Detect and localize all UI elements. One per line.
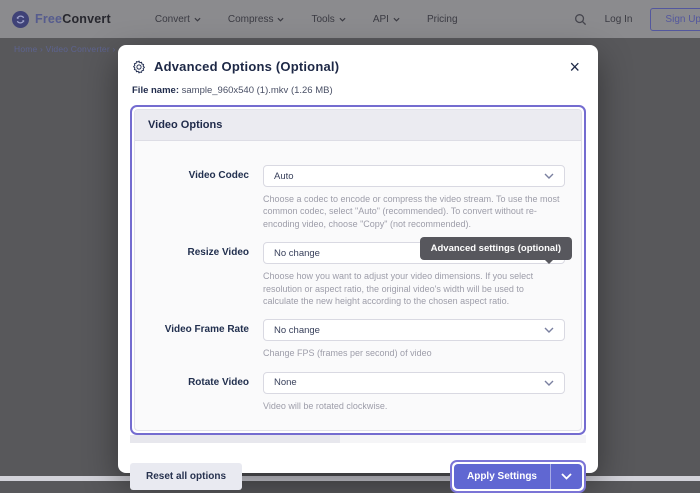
modal-header: Advanced Options (Optional) × [118, 45, 598, 74]
top-navbar: FreeConvert Convert Compress Tools API P… [0, 0, 700, 38]
search-icon[interactable] [574, 13, 587, 26]
modal-footer: Reset all options Apply Settings [118, 443, 598, 493]
resize-video-row: Resize Video No change Advanced settings… [151, 242, 565, 307]
breadcrumb[interactable]: Home › Video Converter › [14, 44, 116, 54]
nav-right: Log In Sign Up [574, 8, 700, 31]
file-name-label: File name: [132, 85, 179, 96]
rotate-video-select[interactable]: None [263, 372, 565, 394]
chevron-down-icon [194, 17, 201, 22]
frame-rate-row: Video Frame Rate No change Change FPS (f… [151, 319, 565, 359]
advanced-options-modal: Advanced Options (Optional) × File name:… [118, 45, 598, 473]
chevron-down-icon [277, 17, 284, 22]
apply-settings-button-group: Apply Settings [454, 464, 582, 489]
nav-item-api[interactable]: API [373, 14, 400, 25]
apply-settings-button[interactable]: Apply Settings [454, 464, 550, 489]
resize-video-label: Resize Video [151, 242, 263, 307]
video-codec-row: Video Codec Auto Choose a codec to encod… [151, 165, 565, 230]
panel-title: Video Options [135, 110, 581, 141]
nav-item-tools[interactable]: Tools [311, 14, 345, 25]
rotate-video-row: Rotate Video None Video will be rotated … [151, 372, 565, 412]
frame-rate-label: Video Frame Rate [151, 319, 263, 359]
video-codec-select[interactable]: Auto [263, 165, 565, 187]
close-icon[interactable]: × [569, 60, 580, 74]
rotate-video-label: Rotate Video [151, 372, 263, 412]
nav-item-pricing[interactable]: Pricing [427, 14, 458, 25]
chevron-down-icon [544, 327, 554, 333]
next-section-peek [130, 435, 586, 443]
modal-title: Advanced Options (Optional) [154, 59, 339, 74]
signup-button[interactable]: Sign Up [650, 8, 700, 31]
freeconvert-logo-icon [12, 11, 29, 28]
chevron-down-icon [561, 473, 572, 480]
chevron-down-icon [544, 173, 554, 179]
brand-text: FreeConvert [35, 12, 111, 26]
nav-item-convert[interactable]: Convert [155, 14, 201, 25]
video-codec-label: Video Codec [151, 165, 263, 230]
frame-rate-description: Change FPS (frames per second) of video [263, 347, 565, 359]
panel-body: Video Codec Auto Choose a codec to encod… [135, 141, 581, 430]
resize-video-description: Choose how you want to adjust your video… [263, 270, 565, 307]
video-options-panel-inner: Video Options Video Codec Auto Choose a … [134, 109, 582, 431]
apply-settings-focus-ring: Apply Settings [450, 460, 586, 493]
apply-settings-dropdown-toggle[interactable] [551, 464, 582, 489]
gear-icon [132, 60, 146, 74]
login-link[interactable]: Log In [605, 14, 633, 25]
chevron-down-icon [339, 17, 346, 22]
reset-all-options-button[interactable]: Reset all options [130, 463, 242, 490]
video-codec-description: Choose a codec to encode or compress the… [263, 193, 565, 230]
video-options-panel: Video Options Video Codec Auto Choose a … [130, 105, 586, 435]
file-name-line: File name: sample_960x540 (1).mkv (1.26 … [118, 74, 598, 96]
rotate-video-description: Video will be rotated clockwise. [263, 400, 565, 412]
frame-rate-select[interactable]: No change [263, 319, 565, 341]
chevron-down-icon [393, 17, 400, 22]
chevron-down-icon [544, 380, 554, 386]
file-name-value: sample_960x540 (1).mkv (1.26 MB) [182, 85, 333, 96]
advanced-settings-tooltip: Advanced settings (optional) [420, 237, 572, 260]
freeconvert-logo[interactable]: FreeConvert [12, 11, 111, 28]
nav-menu: Convert Compress Tools API Pricing [155, 14, 458, 25]
nav-item-compress[interactable]: Compress [228, 14, 285, 25]
